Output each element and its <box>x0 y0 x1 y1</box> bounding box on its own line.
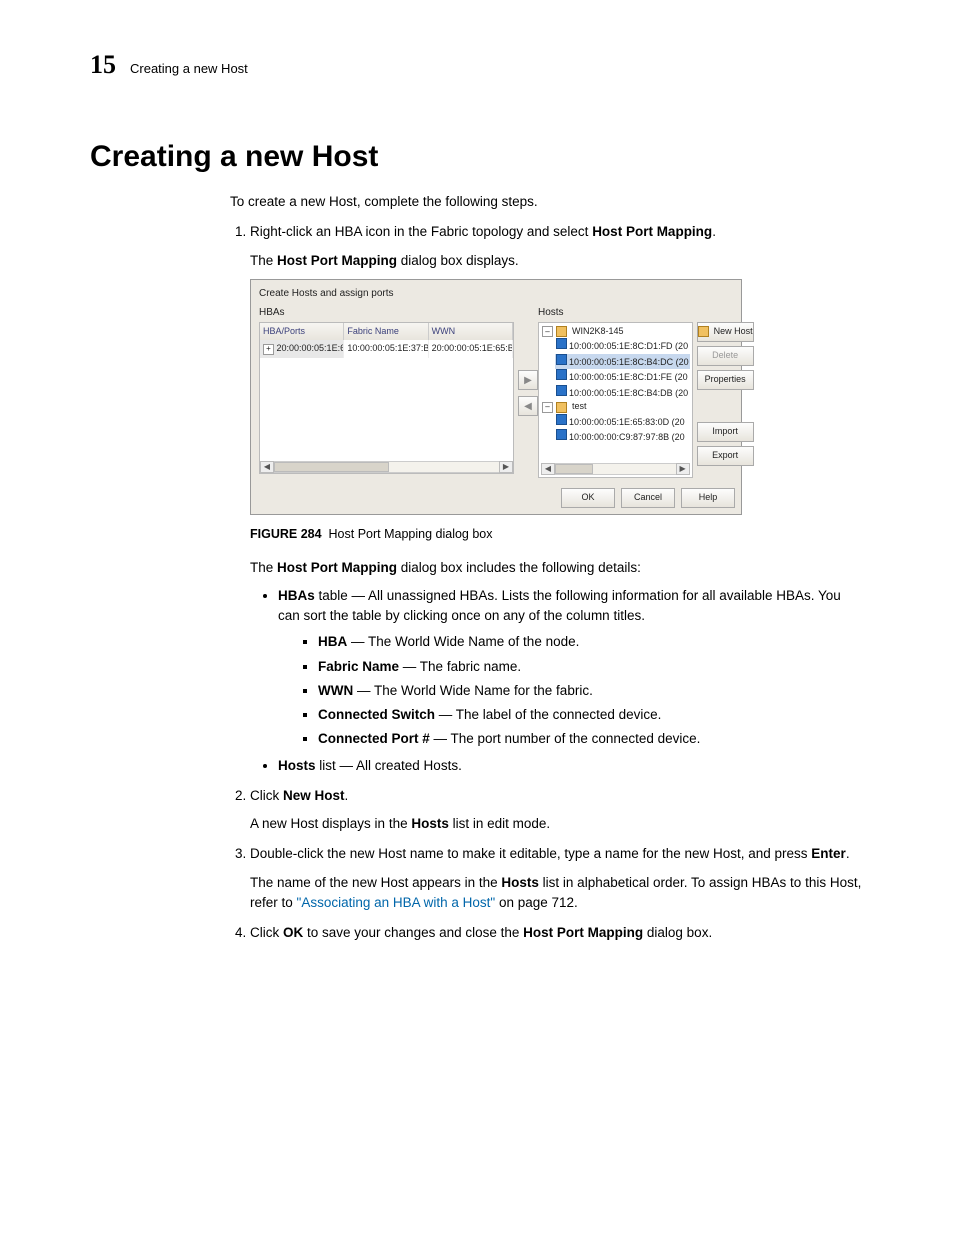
hbas-panel: HBAs HBA/Ports Fabric Name WWN + 20:00:0… <box>251 305 518 482</box>
export-button[interactable]: Export <box>697 446 754 466</box>
scroll-thumb[interactable] <box>555 464 593 474</box>
tree-port[interactable]: 10:00:00:05:1E:8C:D1:FD (20 <box>555 338 690 354</box>
hbas-columns-list: HBA — The World Wide Name of the node. F… <box>278 632 864 749</box>
figure-label: FIGURE 284 <box>250 527 322 541</box>
td-hba-ports: + 20:00:00:05:1E:65:83:0C <box>260 340 344 358</box>
cancel-button[interactable]: Cancel <box>621 488 675 508</box>
figure-caption: FIGURE 284 Host Port Mapping dialog box <box>250 525 864 544</box>
hbas-table[interactable]: HBA/Ports Fabric Name WWN + 20:00:00:05:… <box>259 322 514 474</box>
collapse-icon[interactable]: – <box>542 402 553 413</box>
tree-port[interactable]: 10:00:00:05:1E:65:83:0D (20 <box>555 414 690 430</box>
scroll-right-icon[interactable]: ▶ <box>499 461 513 473</box>
move-left-button[interactable]: ◀ <box>518 396 538 416</box>
port-icon <box>556 429 567 440</box>
page: 15 Creating a new Host Creating a new Ho… <box>0 0 954 1235</box>
port-icon <box>556 385 567 396</box>
scroll-left-icon[interactable]: ◀ <box>260 461 274 473</box>
move-right-button[interactable]: ▶ <box>518 370 538 390</box>
tree-port[interactable]: 10:00:00:05:1E:8C:D1:FE (20 <box>555 369 690 385</box>
hosts-panel: Hosts –WIN2K8-145 10:00:00:05:1E:8C:D1:F… <box>538 305 697 482</box>
scroll-thumb[interactable] <box>274 462 389 472</box>
tree-host-node[interactable]: –test <box>541 400 690 414</box>
scroll-left-icon[interactable]: ◀ <box>541 463 555 475</box>
hosts-tree[interactable]: –WIN2K8-145 10:00:00:05:1E:8C:D1:FD (20 … <box>538 322 693 478</box>
dialog-screenshot: Create Hosts and assign ports HBAs HBA/P… <box>250 279 742 515</box>
step-4: Click OK to save your changes and close … <box>250 923 864 943</box>
bullet-hbas: HBAs table — All unassigned HBAs. Lists … <box>278 586 864 750</box>
tree-host: –test 10:00:00:05:1E:65:83:0D (20 10:00:… <box>541 400 690 445</box>
details-intro: The Host Port Mapping dialog box include… <box>250 558 864 578</box>
th-wwn[interactable]: WWN <box>429 323 513 341</box>
sq-connected-port: Connected Port # — The port number of th… <box>318 729 864 749</box>
intro-text: To create a new Host, complete the follo… <box>230 192 864 212</box>
ok-term: OK <box>283 925 303 940</box>
tree-host: –WIN2K8-145 10:00:00:05:1E:8C:D1:FD (20 … <box>541 325 690 401</box>
section-heading: Creating a new Host <box>90 140 864 174</box>
ok-button[interactable]: OK <box>561 488 615 508</box>
properties-button[interactable]: Properties <box>697 370 754 390</box>
table-row[interactable]: + 20:00:00:05:1E:65:83:0C 10:00:00:05:1E… <box>260 340 513 358</box>
step3-sub: The name of the new Host appears in the … <box>250 873 864 914</box>
tree-host-node[interactable]: –WIN2K8-145 <box>541 325 690 339</box>
step-2: Click New Host. A new Host displays in t… <box>250 786 864 835</box>
host-icon <box>698 326 709 337</box>
sq-fabric-name: Fabric Name — The fabric name. <box>318 657 864 677</box>
td-fabric-name: 10:00:00:05:1E:37:BA:02 <box>344 340 428 358</box>
new-host-button[interactable]: New Host <box>697 322 754 342</box>
sq-wwn: WWN — The World Wide Name for the fabric… <box>318 681 864 701</box>
bullet-hosts: Hosts list — All created Hosts. <box>278 756 864 776</box>
dialog-footer: OK Cancel Help <box>251 482 741 514</box>
step1-sub: The Host Port Mapping dialog box display… <box>250 251 864 271</box>
hbas-table-header[interactable]: HBA/Ports Fabric Name WWN <box>260 323 513 341</box>
host-port-mapping-term: Host Port Mapping <box>592 224 712 239</box>
td-wwn: 20:00:00:05:1E:65:B3 <box>429 340 513 358</box>
step-1: Right-click an HBA icon in the Fabric to… <box>250 222 864 776</box>
host-icon <box>556 326 567 337</box>
figure-caption-text: Host Port Mapping dialog box <box>329 527 493 541</box>
body-content: To create a new Host, complete the follo… <box>230 192 864 943</box>
import-button[interactable]: Import <box>697 422 754 442</box>
port-icon <box>556 369 567 380</box>
help-button[interactable]: Help <box>681 488 735 508</box>
expand-icon[interactable]: + <box>263 344 274 355</box>
port-icon <box>556 354 567 365</box>
port-icon <box>556 414 567 425</box>
th-fabric-name[interactable]: Fabric Name <box>344 323 428 341</box>
collapse-icon[interactable]: – <box>542 326 553 337</box>
hbas-hscroll[interactable]: ◀ ▶ <box>260 461 513 473</box>
tree-port[interactable]: 10:00:00:05:1E:8C:B4:DB (20 <box>555 385 690 401</box>
details-bullets: HBAs table — All unassigned HBAs. Lists … <box>250 586 864 776</box>
hosts-label: Hosts <box>538 305 693 320</box>
header-title: Creating a new Host <box>130 61 248 76</box>
steps-list: Right-click an HBA icon in the Fabric to… <box>230 222 864 943</box>
delete-button[interactable]: Delete <box>697 346 754 366</box>
associating-hba-link[interactable]: "Associating an HBA with a Host" <box>297 895 496 910</box>
tree-port[interactable]: 10:00:00:05:1E:8C:B4:DC (20 <box>555 354 690 370</box>
tree-port[interactable]: 10:00:00:00:C9:87:97:8B (20 <box>555 429 690 445</box>
sq-connected-switch: Connected Switch — The label of the conn… <box>318 705 864 725</box>
hbas-label: HBAs <box>259 305 514 320</box>
transfer-buttons: ▶ ◀ <box>518 305 538 482</box>
dialog-title: Create Hosts and assign ports <box>251 280 741 305</box>
page-header: 15 Creating a new Host <box>90 50 864 80</box>
sq-hba: HBA — The World Wide Name of the node. <box>318 632 864 652</box>
step-3: Double-click the new Host name to make i… <box>250 844 864 913</box>
chapter-number: 15 <box>90 50 116 80</box>
hosts-hscroll[interactable]: ◀ ▶ <box>541 463 690 475</box>
scroll-right-icon[interactable]: ▶ <box>676 463 690 475</box>
port-icon <box>556 338 567 349</box>
host-icon <box>556 402 567 413</box>
step2-sub: A new Host displays in the Hosts list in… <box>250 814 864 834</box>
step1-text: Right-click an HBA icon in the Fabric to… <box>250 224 716 239</box>
enter-key: Enter <box>811 846 846 861</box>
th-hba-ports[interactable]: HBA/Ports <box>260 323 344 341</box>
new-host-term: New Host <box>283 788 345 803</box>
side-buttons: New Host Delete Properties Import Export <box>697 305 760 482</box>
